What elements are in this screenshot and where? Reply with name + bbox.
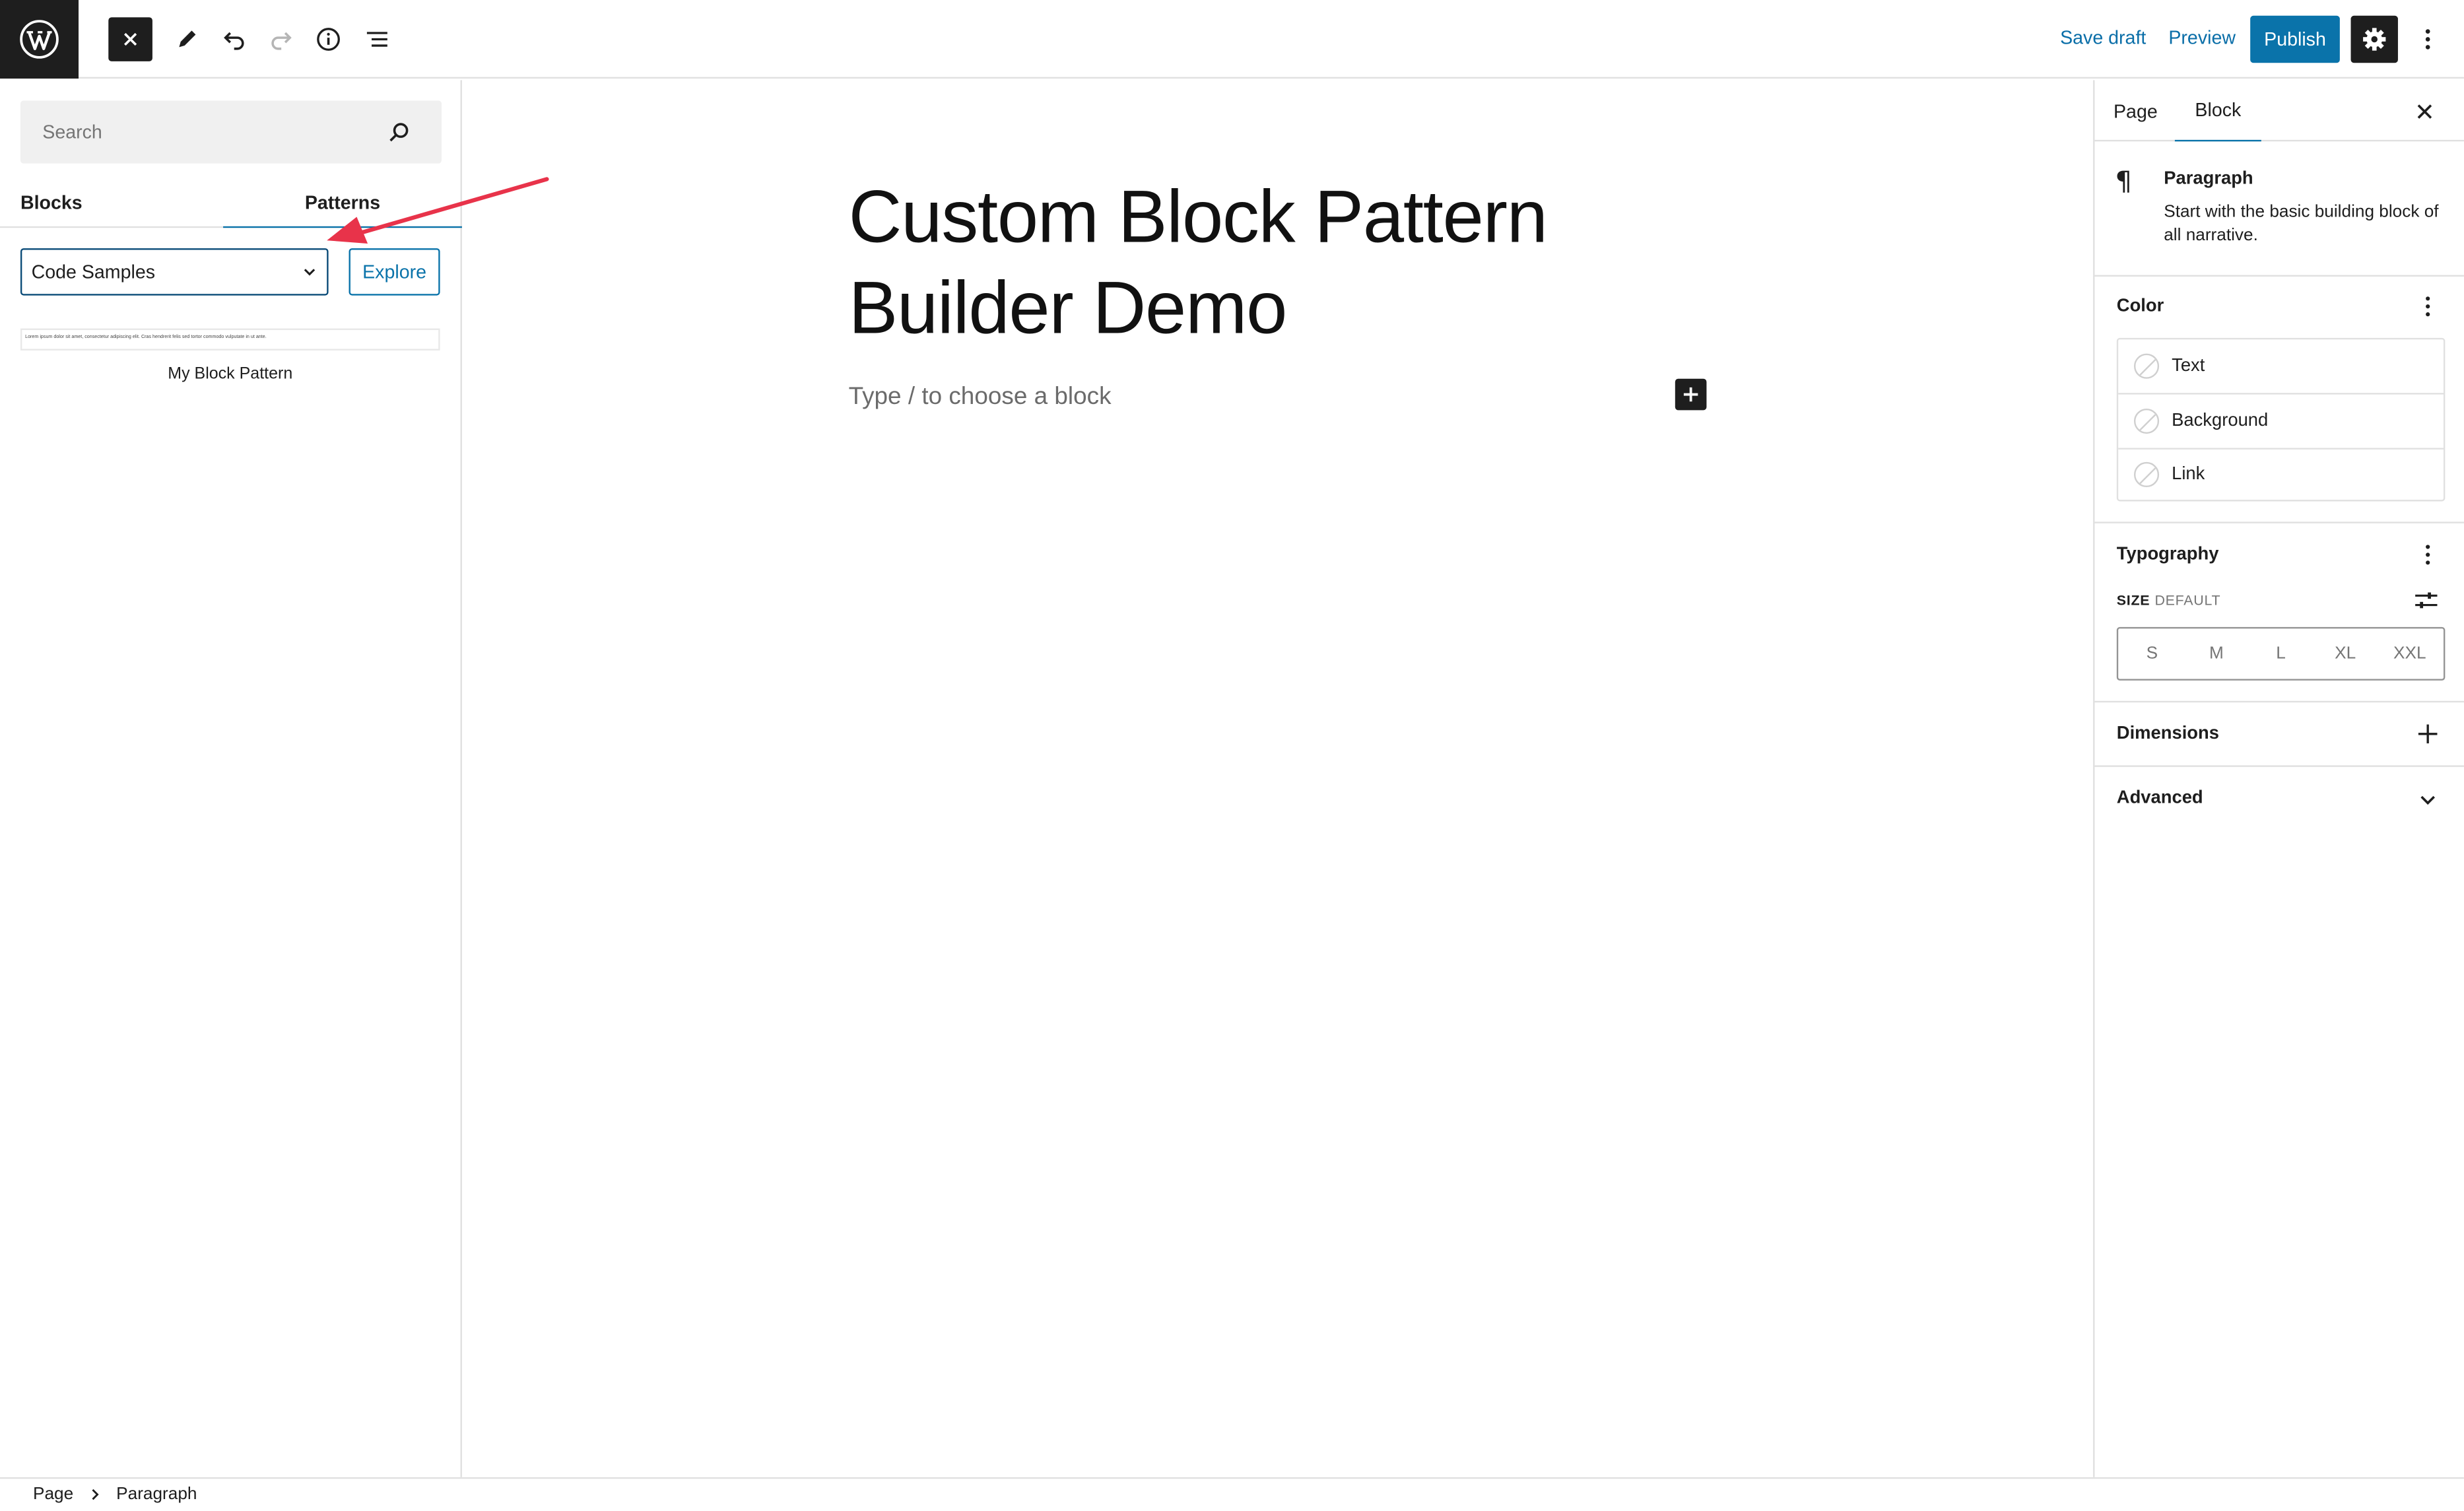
editor-app: Save draft Preview Publish Search Blocks… — [0, 0, 2464, 1510]
top-toolbar: Save draft Preview Publish — [0, 0, 2464, 79]
settings-gear-icon — [2363, 28, 2386, 51]
more-options-icon[interactable] — [2417, 542, 2439, 567]
custom-size-settings-icon[interactable] — [2414, 589, 2439, 611]
font-size-label-text: SIZE — [2116, 592, 2150, 609]
breadcrumb-page[interactable]: Page — [33, 1485, 73, 1504]
close-icon — [124, 32, 137, 46]
color-swatch-icon — [2133, 408, 2160, 434]
editor-canvas: Custom Block Pattern Builder Demo Type /… — [463, 80, 2093, 1477]
undo-icon — [224, 32, 244, 50]
save-draft-button[interactable]: Save draft — [2060, 26, 2146, 48]
search-input[interactable] — [20, 100, 382, 164]
color-option-text[interactable]: Text — [2118, 339, 2444, 393]
color-swatch-icon — [2133, 353, 2160, 379]
divider — [2094, 700, 2464, 703]
pattern-category-select[interactable]: Code Samples — [20, 248, 329, 296]
breadcrumb-paragraph[interactable]: Paragraph — [116, 1485, 197, 1504]
breadcrumb: Page Paragraph — [0, 1477, 2464, 1510]
block-description: Start with the basic building block of a… — [2164, 203, 2439, 246]
publish-button[interactable]: Publish — [2250, 15, 2340, 63]
font-size-toggle-group: S M L XL XXL — [2116, 626, 2446, 681]
list-view-icon — [366, 32, 387, 47]
tab-page[interactable]: Page — [2098, 80, 2173, 141]
block-card: ¶ Paragraph Start with the basic buildin… — [2094, 143, 2464, 277]
list-view-button[interactable] — [354, 16, 401, 63]
info-icon — [317, 28, 340, 51]
tab-blocks[interactable]: Blocks — [20, 178, 83, 228]
block-name: Paragraph — [2164, 170, 2253, 189]
color-panel-title: Color — [2116, 296, 2164, 316]
color-option-label: Background — [2172, 411, 2269, 431]
close-inserter-button[interactable] — [108, 17, 152, 61]
font-size-option-xl[interactable]: XL — [2313, 628, 2378, 679]
details-button[interactable] — [305, 16, 352, 63]
color-option-label: Text — [2172, 356, 2205, 376]
inserter-search — [20, 100, 442, 164]
color-options-list: Text Background Link — [2116, 337, 2446, 502]
pattern-category-value: Code Samples — [31, 261, 156, 283]
paragraph-icon: ¶ — [2115, 166, 2133, 198]
wordpress-logo[interactable] — [0, 0, 79, 79]
font-size-option-s[interactable]: S — [2120, 628, 2185, 679]
color-option-background[interactable]: Background — [2118, 395, 2444, 448]
settings-button[interactable] — [2350, 15, 2398, 63]
divider — [2094, 765, 2464, 767]
pattern-title[interactable]: My Block Pattern — [20, 364, 440, 384]
post-title[interactable]: Custom Block Pattern Builder Demo — [849, 171, 1666, 353]
undo-button[interactable] — [211, 16, 257, 63]
search-icon — [389, 123, 409, 142]
tools-button[interactable] — [164, 16, 211, 63]
plus-icon[interactable] — [2417, 723, 2439, 745]
chevron-down-icon — [304, 269, 316, 276]
redo-icon — [271, 32, 292, 50]
dimensions-panel-title[interactable]: Dimensions — [2117, 725, 2219, 744]
redo-button[interactable] — [257, 16, 304, 63]
font-size-option-m[interactable]: M — [2184, 628, 2249, 679]
settings-sidebar: Page Block ¶ Paragraph Start with the ba… — [2093, 80, 2464, 1477]
font-size-label: SIZE DEFAULT — [2117, 593, 2221, 609]
font-size-option-l[interactable]: L — [2249, 628, 2314, 679]
font-size-option-xxl[interactable]: XXL — [2378, 628, 2442, 679]
divider — [2094, 521, 2464, 523]
more-options-icon[interactable] — [2417, 294, 2439, 319]
sidebar-tabs: Page Block — [2094, 80, 2464, 142]
color-option-link[interactable]: Link — [2118, 448, 2444, 501]
advanced-panel-title[interactable]: Advanced — [2117, 789, 2203, 808]
more-options-icon — [2425, 29, 2430, 50]
more-options-button[interactable] — [2404, 16, 2451, 63]
block-placeholder[interactable]: Type / to choose a block — [849, 384, 1112, 412]
tab-block[interactable]: Block — [2174, 80, 2261, 142]
typography-panel-title: Typography — [2116, 545, 2219, 564]
chevron-down-icon[interactable] — [2418, 792, 2438, 808]
color-swatch-icon — [2133, 461, 2160, 488]
font-size-value: DEFAULT — [2154, 592, 2221, 609]
pattern-preview[interactable]: Lorem ipsum dolor sit amet, consectetur … — [20, 328, 440, 351]
pencil-icon — [179, 30, 196, 48]
chevron-right-icon — [92, 1489, 99, 1500]
add-block-button[interactable] — [1675, 378, 1707, 411]
color-option-label: Link — [2172, 465, 2205, 485]
preview-button[interactable]: Preview — [2168, 26, 2236, 48]
block-inserter-panel: Blocks Patterns Code Samples Explore Lor… — [0, 80, 462, 1477]
close-icon[interactable] — [2409, 96, 2441, 127]
plus-icon — [1683, 387, 1698, 402]
